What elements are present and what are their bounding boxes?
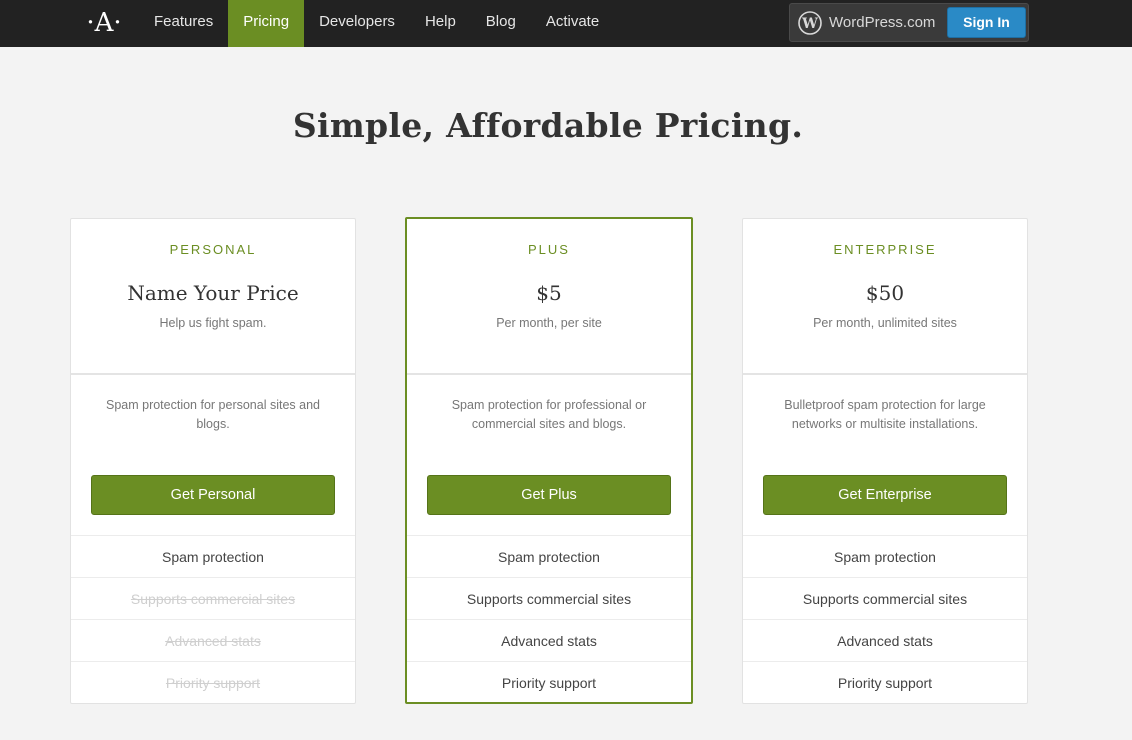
plan-description: Spam protection for personal sites and b… — [105, 398, 320, 431]
feature-spam-protection: Spam protection — [407, 535, 691, 577]
feature-spam-protection: Spam protection — [71, 535, 355, 577]
wordpress-login-box: W WordPress.com Sign In — [789, 3, 1029, 42]
feature-list: Spam protection Supports commercial site… — [71, 535, 355, 703]
nav-item-pricing[interactable]: Pricing — [228, 0, 305, 47]
feature-priority-support: Priority support — [743, 661, 1027, 703]
plan-card-plus: PLUS $5 Per month, per site Spam protect… — [405, 217, 693, 704]
get-enterprise-button[interactable]: Get Enterprise — [763, 475, 1007, 515]
plan-card-header: PERSONAL Name Your Price Help us fight s… — [71, 219, 355, 375]
plan-name: ENTERPRISE — [833, 242, 937, 257]
svg-text:W: W — [801, 16, 818, 32]
plan-price: $50 — [865, 281, 905, 305]
akismet-logo[interactable]: ·A· — [86, 6, 122, 40]
get-personal-button[interactable]: Get Personal — [91, 475, 335, 515]
plan-card-personal: PERSONAL Name Your Price Help us fight s… — [70, 218, 356, 704]
plan-subtitle: Per month, per site — [496, 316, 602, 330]
nav-item-features[interactable]: Features — [139, 0, 228, 47]
plan-name: PLUS — [528, 242, 570, 257]
feature-list: Spam protection Supports commercial site… — [743, 535, 1027, 703]
plan-price: Name Your Price — [127, 281, 299, 305]
feature-priority-support: Priority support — [71, 661, 355, 703]
nav-item-help[interactable]: Help — [410, 0, 471, 47]
plan-name: PERSONAL — [169, 242, 257, 257]
plan-description: Spam protection for professional or comm… — [451, 398, 647, 431]
plan-card-header: PLUS $5 Per month, per site — [407, 219, 691, 375]
feature-advanced-stats: Advanced stats — [71, 619, 355, 661]
plan-subtitle: Per month, unlimited sites — [813, 316, 957, 330]
wordpress-label: WordPress.com — [829, 14, 936, 31]
plan-card-header: ENTERPRISE $50 Per month, unlimited site… — [743, 219, 1027, 375]
feature-spam-protection: Spam protection — [743, 535, 1027, 577]
top-navigation-bar: ·A· Features Pricing Developers Help Blo… — [0, 0, 1132, 47]
plan-card-enterprise: ENTERPRISE $50 Per month, unlimited site… — [742, 218, 1028, 704]
nav-item-developers[interactable]: Developers — [304, 0, 410, 47]
feature-commercial-sites: Supports commercial sites — [407, 577, 691, 619]
nav-item-activate[interactable]: Activate — [531, 0, 614, 47]
feature-commercial-sites: Supports commercial sites — [743, 577, 1027, 619]
plan-price: $5 — [536, 281, 562, 305]
plan-description: Bulletproof spam protection for large ne… — [784, 398, 986, 431]
plan-subtitle: Help us fight spam. — [159, 316, 267, 330]
main-nav: Features Pricing Developers Help Blog Ac… — [139, 0, 614, 47]
nav-item-blog[interactable]: Blog — [471, 0, 531, 47]
sign-in-button[interactable]: Sign In — [947, 7, 1026, 38]
feature-list: Spam protection Supports commercial site… — [407, 535, 691, 703]
feature-advanced-stats: Advanced stats — [407, 619, 691, 661]
get-plus-button[interactable]: Get Plus — [427, 475, 671, 515]
wordpress-icon: W — [798, 11, 822, 35]
page-title: Simple, Affordable Pricing. — [292, 106, 804, 145]
feature-advanced-stats: Advanced stats — [743, 619, 1027, 661]
feature-priority-support: Priority support — [407, 661, 691, 703]
feature-commercial-sites: Supports commercial sites — [71, 577, 355, 619]
